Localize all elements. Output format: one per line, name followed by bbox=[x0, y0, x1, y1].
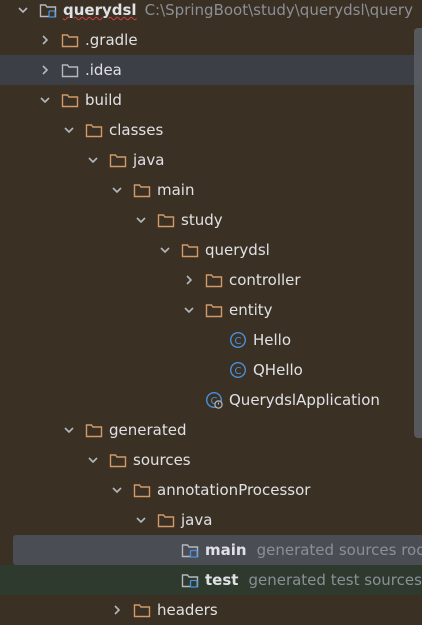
spring-boot-class-icon: C bbox=[205, 391, 223, 409]
module-folder-icon bbox=[39, 1, 57, 19]
tree-row-sources[interactable]: sources bbox=[0, 445, 422, 475]
folder-icon bbox=[181, 241, 199, 259]
folder-icon bbox=[61, 31, 79, 49]
root-module-path: C:\SpringBoot\study\querydsl\query bbox=[144, 1, 413, 19]
svg-text:C: C bbox=[235, 366, 242, 377]
chevron-down-icon[interactable] bbox=[182, 303, 196, 317]
tree-row-generated-test[interactable]: test generated test sources root bbox=[0, 565, 422, 595]
tree-row-generated[interactable]: generated bbox=[0, 415, 422, 445]
tree-item-label: build bbox=[85, 91, 122, 109]
folder-icon bbox=[109, 151, 127, 169]
folder-icon bbox=[109, 451, 127, 469]
tree-row-entity[interactable]: entity bbox=[0, 295, 422, 325]
folder-icon bbox=[61, 91, 79, 109]
tree-item-label: java bbox=[181, 511, 213, 529]
chevron-right-icon[interactable] bbox=[38, 33, 52, 47]
folder-icon bbox=[61, 61, 79, 79]
folder-icon bbox=[85, 421, 103, 439]
tree-item-label: .idea bbox=[85, 61, 122, 79]
folder-icon bbox=[133, 481, 151, 499]
tree-item-label: .gradle bbox=[85, 31, 138, 49]
folder-icon bbox=[85, 121, 103, 139]
chevron-down-icon[interactable] bbox=[38, 93, 52, 107]
tree-row-build[interactable]: build bbox=[0, 85, 422, 115]
tree-item-label: QHello bbox=[253, 361, 303, 379]
chevron-right-icon[interactable] bbox=[182, 273, 196, 287]
class-icon: C bbox=[229, 361, 247, 379]
tree-row-qhello[interactable]: C QHello bbox=[0, 355, 422, 385]
folder-icon bbox=[157, 511, 175, 529]
chevron-down-icon[interactable] bbox=[134, 513, 148, 527]
tree-row-idea[interactable]: .idea bbox=[0, 55, 422, 85]
tree-item-hint: generated sources root bbox=[256, 541, 422, 559]
root-module-name: querydsl bbox=[63, 1, 137, 19]
tree-row-controller[interactable]: controller bbox=[0, 265, 422, 295]
folder-icon bbox=[157, 211, 175, 229]
chevron-down-icon[interactable] bbox=[62, 423, 76, 437]
folder-icon bbox=[133, 181, 151, 199]
tree-row-study[interactable]: study bbox=[0, 205, 422, 235]
tree-item-label: java bbox=[133, 151, 165, 169]
tree-item-label: main bbox=[157, 181, 195, 199]
tree-item-label: study bbox=[181, 211, 223, 229]
tree-item-label: sources bbox=[133, 451, 191, 469]
tree-row-generated-java[interactable]: java bbox=[0, 505, 422, 535]
project-tree: querydsl C:\SpringBoot\study\querydsl\qu… bbox=[0, 0, 422, 621]
folder-icon bbox=[133, 601, 151, 619]
tree-item-label: test bbox=[205, 571, 239, 589]
scrollbar-thumb[interactable] bbox=[414, 28, 422, 438]
tree-item-label: generated bbox=[109, 421, 187, 439]
vertical-scrollbar[interactable] bbox=[414, 0, 422, 621]
chevron-down-icon[interactable] bbox=[86, 453, 100, 467]
chevron-down-icon[interactable] bbox=[110, 183, 124, 197]
tree-row-annotation-processor[interactable]: annotationProcessor bbox=[0, 475, 422, 505]
chevron-down-icon[interactable] bbox=[158, 243, 172, 257]
tree-item-label: QuerydslApplication bbox=[229, 391, 380, 409]
chevron-down-icon[interactable] bbox=[62, 123, 76, 137]
tree-row-querydsl-application[interactable]: C QuerydslApplication bbox=[0, 385, 422, 415]
tree-item-label: classes bbox=[109, 121, 164, 139]
folder-icon bbox=[205, 271, 223, 289]
chevron-down-icon[interactable] bbox=[110, 483, 124, 497]
tree-row-java[interactable]: java bbox=[0, 145, 422, 175]
source-root-folder-icon bbox=[181, 541, 199, 559]
tree-item-label: Hello bbox=[253, 331, 292, 349]
tree-item-label: annotationProcessor bbox=[157, 481, 311, 499]
tree-row-querydsl[interactable]: querydsl bbox=[0, 235, 422, 265]
chevron-right-icon[interactable] bbox=[110, 603, 124, 617]
tree-item-label: querydsl bbox=[205, 241, 270, 259]
tree-row-generated-main[interactable]: main generated sources root bbox=[13, 535, 422, 565]
tree-row-classes[interactable]: classes bbox=[0, 115, 422, 145]
chevron-down-icon[interactable] bbox=[86, 153, 100, 167]
tree-row-gradle[interactable]: .gradle bbox=[0, 25, 422, 55]
tree-item-hint: generated test sources root bbox=[248, 571, 422, 589]
tree-row-root[interactable]: querydsl C:\SpringBoot\study\querydsl\qu… bbox=[0, 0, 422, 25]
tree-item-label: main bbox=[205, 541, 247, 559]
class-icon: C bbox=[229, 331, 247, 349]
tree-row-hello[interactable]: C Hello bbox=[0, 325, 422, 355]
svg-text:C: C bbox=[235, 336, 242, 347]
chevron-down-icon[interactable] bbox=[134, 213, 148, 227]
tree-row-main[interactable]: main bbox=[0, 175, 422, 205]
tree-item-label: entity bbox=[229, 301, 273, 319]
chevron-right-icon[interactable] bbox=[38, 63, 52, 77]
chevron-down-icon[interactable] bbox=[16, 3, 30, 17]
folder-icon bbox=[205, 301, 223, 319]
tree-item-label: controller bbox=[229, 271, 301, 289]
test-source-root-folder-icon bbox=[181, 571, 199, 589]
